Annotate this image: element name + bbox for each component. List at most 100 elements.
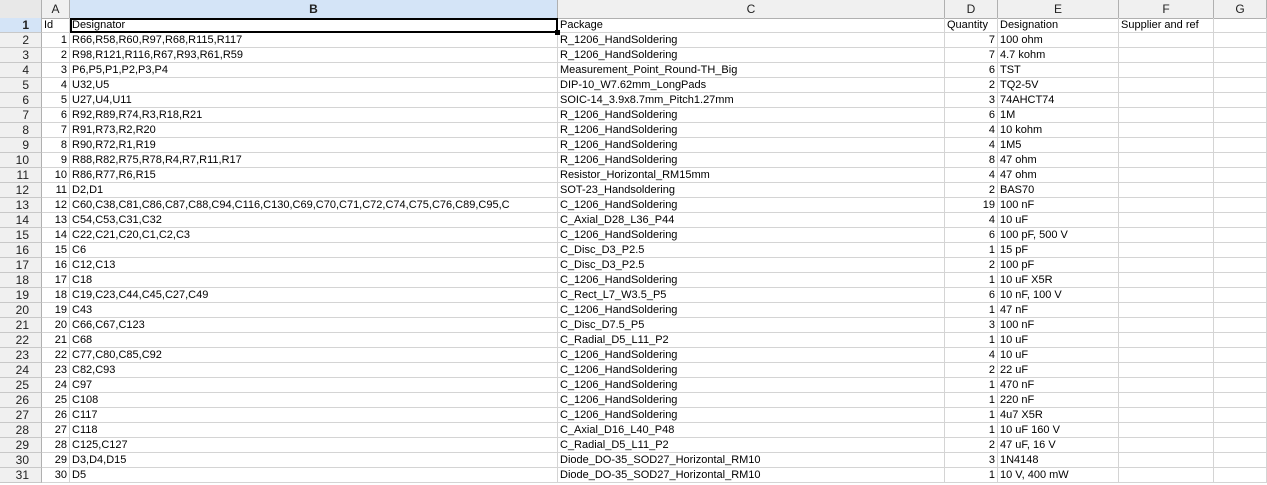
cell-g[interactable] <box>1214 468 1267 483</box>
row-header[interactable]: 27 <box>0 408 42 423</box>
cell-package[interactable]: Diode_DO-35_SOD27_Horizontal_RM10 <box>558 453 945 468</box>
cell-g[interactable] <box>1214 198 1267 213</box>
row-header[interactable]: 2 <box>0 33 42 48</box>
cell-quantity[interactable]: 4 <box>945 348 998 363</box>
cell-quantity[interactable]: 1 <box>945 303 998 318</box>
cell-g[interactable] <box>1214 303 1267 318</box>
row-header[interactable]: 7 <box>0 108 42 123</box>
cell-g[interactable] <box>1214 333 1267 348</box>
cell-designator[interactable]: C12,C13 <box>70 258 558 273</box>
fill-handle[interactable] <box>555 30 560 35</box>
cell-id[interactable]: 29 <box>42 453 70 468</box>
cell-designation[interactable]: 100 nF <box>998 198 1119 213</box>
cell-designation[interactable]: TST <box>998 63 1119 78</box>
cell-designation[interactable]: 100 nF <box>998 318 1119 333</box>
cell-supplier[interactable] <box>1119 168 1214 183</box>
cell-package[interactable]: C_1206_HandSoldering <box>558 303 945 318</box>
row-header[interactable]: 9 <box>0 138 42 153</box>
cell-package[interactable]: C_1206_HandSoldering <box>558 408 945 423</box>
cell-g[interactable] <box>1214 273 1267 288</box>
cell-package[interactable]: C_1206_HandSoldering <box>558 228 945 243</box>
cell-designation[interactable]: 10 uF <box>998 333 1119 348</box>
cell-quantity[interactable]: 2 <box>945 258 998 273</box>
cell-g[interactable] <box>1214 243 1267 258</box>
cell-id[interactable]: 23 <box>42 363 70 378</box>
cell-package[interactable]: C_1206_HandSoldering <box>558 363 945 378</box>
column-header-d[interactable]: D <box>945 0 998 18</box>
cell-designator[interactable]: C54,C53,C31,C32 <box>70 213 558 228</box>
header-cell-designation[interactable]: Designation <box>998 18 1119 33</box>
row-header[interactable]: 15 <box>0 228 42 243</box>
cell-quantity[interactable]: 2 <box>945 183 998 198</box>
cell-package[interactable]: R_1206_HandSoldering <box>558 138 945 153</box>
cell-designator[interactable]: C125,C127 <box>70 438 558 453</box>
cell-g[interactable] <box>1214 153 1267 168</box>
cell-quantity[interactable]: 19 <box>945 198 998 213</box>
cell-id[interactable]: 9 <box>42 153 70 168</box>
cell-designation[interactable]: 10 uF 160 V <box>998 423 1119 438</box>
cell-designator[interactable]: C117 <box>70 408 558 423</box>
row-header[interactable]: 26 <box>0 393 42 408</box>
cell-id[interactable]: 26 <box>42 408 70 423</box>
header-cell-quantity[interactable]: Quantity <box>945 18 998 33</box>
cell-quantity[interactable]: 2 <box>945 438 998 453</box>
cell-designator[interactable]: R90,R72,R1,R19 <box>70 138 558 153</box>
cell-designator[interactable]: C18 <box>70 273 558 288</box>
select-all-corner[interactable] <box>0 0 42 18</box>
cell-id[interactable]: 3 <box>42 63 70 78</box>
cell-quantity[interactable]: 1 <box>945 468 998 483</box>
cell-supplier[interactable] <box>1119 333 1214 348</box>
cell-package[interactable]: C_1206_HandSoldering <box>558 198 945 213</box>
cell-package[interactable]: C_1206_HandSoldering <box>558 378 945 393</box>
row-header[interactable]: 22 <box>0 333 42 348</box>
cell-package[interactable]: DIP-10_W7.62mm_LongPads <box>558 78 945 93</box>
cell-g[interactable] <box>1214 228 1267 243</box>
cell-designator[interactable]: P6,P5,P1,P2,P3,P4 <box>70 63 558 78</box>
cell-quantity[interactable]: 3 <box>945 453 998 468</box>
cell-package[interactable]: R_1206_HandSoldering <box>558 48 945 63</box>
row-header[interactable]: 5 <box>0 78 42 93</box>
cell-g[interactable] <box>1214 48 1267 63</box>
cell-id[interactable]: 11 <box>42 183 70 198</box>
cell-package[interactable]: C_Rect_L7_W3.5_P5 <box>558 288 945 303</box>
cell-id[interactable]: 25 <box>42 393 70 408</box>
cell-package[interactable]: Measurement_Point_Round-TH_Big <box>558 63 945 78</box>
row-header[interactable]: 8 <box>0 123 42 138</box>
cell-designator[interactable]: R66,R58,R60,R97,R68,R115,R117 <box>70 33 558 48</box>
cell-id[interactable]: 15 <box>42 243 70 258</box>
cell-designator[interactable]: R92,R89,R74,R3,R18,R21 <box>70 108 558 123</box>
cell-quantity[interactable]: 6 <box>945 228 998 243</box>
row-header[interactable]: 30 <box>0 453 42 468</box>
cell-designator[interactable]: C22,C21,C20,C1,C2,C3 <box>70 228 558 243</box>
cell-designator[interactable]: R88,R82,R75,R78,R4,R7,R11,R17 <box>70 153 558 168</box>
cell-supplier[interactable] <box>1119 78 1214 93</box>
row-header[interactable]: 4 <box>0 63 42 78</box>
cell-g[interactable] <box>1214 18 1267 33</box>
cell-designator[interactable]: C118 <box>70 423 558 438</box>
row-header[interactable]: 18 <box>0 273 42 288</box>
cell-g[interactable] <box>1214 348 1267 363</box>
cell-supplier[interactable] <box>1119 183 1214 198</box>
cell-supplier[interactable] <box>1119 423 1214 438</box>
cell-quantity[interactable]: 1 <box>945 393 998 408</box>
cell-designator[interactable]: C19,C23,C44,C45,C27,C49 <box>70 288 558 303</box>
cell-quantity[interactable]: 7 <box>945 33 998 48</box>
cell-designation[interactable]: 47 ohm <box>998 153 1119 168</box>
cell-supplier[interactable] <box>1119 453 1214 468</box>
cell-designation[interactable]: 15 pF <box>998 243 1119 258</box>
column-header-g[interactable]: G <box>1214 0 1267 18</box>
cell-id[interactable]: 22 <box>42 348 70 363</box>
cell-g[interactable] <box>1214 453 1267 468</box>
cell-designator[interactable]: R91,R73,R2,R20 <box>70 123 558 138</box>
row-header[interactable]: 23 <box>0 348 42 363</box>
cell-quantity[interactable]: 1 <box>945 333 998 348</box>
cell-supplier[interactable] <box>1119 198 1214 213</box>
cell-designation[interactable]: 47 ohm <box>998 168 1119 183</box>
cell-id[interactable]: 14 <box>42 228 70 243</box>
cell-designation[interactable]: TQ2-5V <box>998 78 1119 93</box>
cell-package[interactable]: SOIC-14_3.9x8.7mm_Pitch1.27mm <box>558 93 945 108</box>
cell-designation[interactable]: 10 nF, 100 V <box>998 288 1119 303</box>
cell-supplier[interactable] <box>1119 378 1214 393</box>
cell-package[interactable]: C_Disc_D3_P2.5 <box>558 243 945 258</box>
cell-supplier[interactable] <box>1119 33 1214 48</box>
